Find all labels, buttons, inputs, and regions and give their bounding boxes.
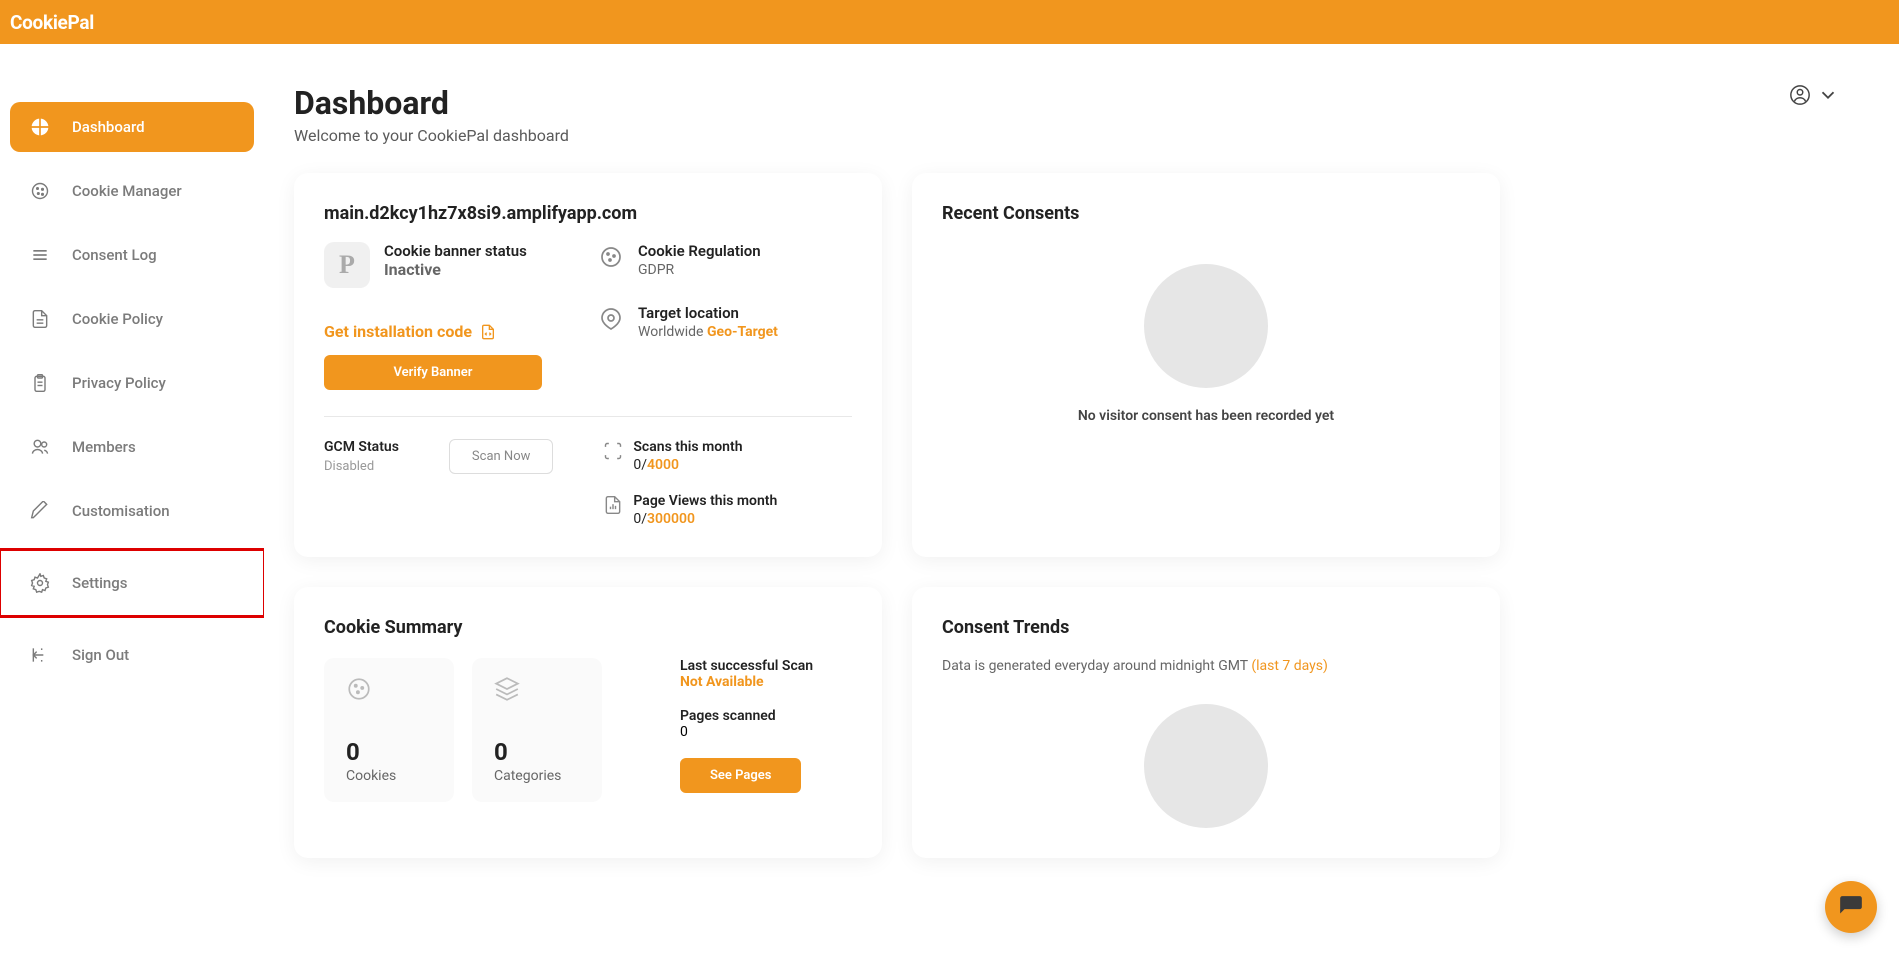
recent-consents-card: Recent Consents No visitor consent has b…	[912, 173, 1500, 557]
scan-now-button[interactable]: Scan Now	[449, 439, 553, 474]
scan-icon	[603, 441, 623, 461]
pages-scanned-label: Pages scanned	[680, 708, 852, 724]
target-label: Target location	[638, 304, 778, 322]
sign-out-icon	[30, 645, 50, 665]
views-used: 0/	[633, 511, 647, 527]
pie-chart-icon	[30, 117, 50, 137]
menu-icon	[30, 245, 50, 265]
sidebar: Dashboard Cookie Manager Consent Log Coo…	[0, 44, 264, 953]
topbar: CookiePal	[0, 0, 1899, 44]
sidebar-item-label: Consent Log	[72, 246, 157, 264]
last-scan-value: Not Available	[680, 674, 852, 690]
views-label: Page Views this month	[633, 493, 777, 509]
categories-count: 0	[494, 738, 580, 766]
scans-limit: 4000	[647, 457, 679, 473]
banner-status-value: Inactive	[384, 260, 527, 279]
empty-state-text: No visitor consent has been recorded yet	[942, 408, 1470, 424]
main-content: Dashboard Welcome to your CookiePal dash…	[264, 44, 1899, 953]
consent-trends-heading: Consent Trends	[942, 617, 1470, 638]
target-value: Worldwide	[638, 324, 703, 340]
sidebar-item-consent-log[interactable]: Consent Log	[10, 230, 254, 280]
gcm-status-value: Disabled	[324, 459, 399, 474]
cookie-icon	[346, 676, 372, 702]
pages-scanned-value: 0	[680, 724, 852, 740]
sidebar-item-label: Members	[72, 438, 136, 456]
code-icon	[480, 324, 496, 340]
sidebar-item-label: Settings	[72, 574, 128, 592]
sidebar-item-privacy-policy[interactable]: Privacy Policy	[10, 358, 254, 408]
scans-used: 0/	[633, 457, 647, 473]
sidebar-item-label: Privacy Policy	[72, 374, 166, 392]
clipboard-icon	[30, 373, 50, 393]
last-scan-label: Last successful Scan	[680, 658, 852, 674]
cookies-label: Cookies	[346, 768, 432, 784]
regulation-value: GDPR	[638, 262, 761, 278]
consent-trends-text: Data is generated everyday around midnig…	[942, 658, 1251, 674]
brand-logo: CookiePal	[10, 11, 94, 34]
location-icon	[598, 306, 624, 332]
page-subtitle: Welcome to your CookiePal dashboard	[294, 126, 569, 145]
document-icon	[30, 309, 50, 329]
site-domain: main.d2kcy1hz7x8si9.amplifyapp.com	[324, 203, 852, 224]
sidebar-item-cookie-manager[interactable]: Cookie Manager	[10, 166, 254, 216]
empty-state-icon	[1144, 704, 1268, 828]
consent-trends-card: Consent Trends Data is generated everyda…	[912, 587, 1500, 858]
sidebar-item-customisation[interactable]: Customisation	[10, 486, 254, 536]
categories-stat: 0 Categories	[472, 658, 602, 802]
categories-label: Categories	[494, 768, 580, 784]
sidebar-item-label: Customisation	[72, 502, 170, 520]
install-code-link[interactable]: Get installation code	[324, 322, 472, 341]
sidebar-item-members[interactable]: Members	[10, 422, 254, 472]
sidebar-item-label: Dashboard	[72, 118, 145, 136]
views-limit: 300000	[647, 511, 695, 527]
recent-consents-heading: Recent Consents	[942, 203, 1470, 224]
platform-icon: P	[324, 242, 370, 288]
user-menu[interactable]	[1789, 84, 1839, 106]
site-status-card: main.d2kcy1hz7x8si9.amplifyapp.com P Coo…	[294, 173, 882, 557]
users-icon	[30, 437, 50, 457]
chat-icon	[1838, 894, 1864, 920]
sidebar-item-label: Cookie Manager	[72, 182, 182, 200]
regulation-label: Cookie Regulation	[638, 242, 761, 260]
sidebar-item-dashboard[interactable]: Dashboard	[10, 102, 254, 152]
page-title: Dashboard	[294, 84, 569, 122]
sidebar-item-cookie-policy[interactable]: Cookie Policy	[10, 294, 254, 344]
banner-status-label: Cookie banner status	[384, 242, 527, 260]
cookie-regulation-icon	[598, 244, 624, 270]
chart-file-icon	[603, 495, 623, 515]
geo-target-link[interactable]: Geo-Target	[707, 324, 778, 340]
gcm-status-label: GCM Status	[324, 439, 399, 455]
cookies-stat: 0 Cookies	[324, 658, 454, 802]
scans-label: Scans this month	[633, 439, 742, 455]
chat-widget-button[interactable]	[1825, 881, 1877, 933]
sidebar-item-label: Sign Out	[72, 646, 129, 664]
brush-icon	[30, 501, 50, 521]
sidebar-item-label: Cookie Policy	[72, 310, 163, 328]
verify-banner-button[interactable]: Verify Banner	[324, 355, 542, 390]
cookie-summary-card: Cookie Summary 0 Cookies 0 C	[294, 587, 882, 858]
cookies-count: 0	[346, 738, 432, 766]
cookie-icon	[30, 181, 50, 201]
sidebar-item-settings[interactable]: Settings	[0, 550, 264, 616]
empty-state-icon	[1144, 264, 1268, 388]
sidebar-item-sign-out[interactable]: Sign Out	[10, 630, 254, 680]
cookie-summary-heading: Cookie Summary	[324, 617, 852, 638]
consent-trends-range: (last 7 days)	[1251, 658, 1328, 674]
user-circle-icon	[1789, 84, 1811, 106]
gear-icon	[30, 573, 50, 593]
layers-icon	[494, 676, 520, 702]
chevron-down-icon	[1817, 84, 1839, 106]
see-pages-button[interactable]: See Pages	[680, 758, 801, 793]
